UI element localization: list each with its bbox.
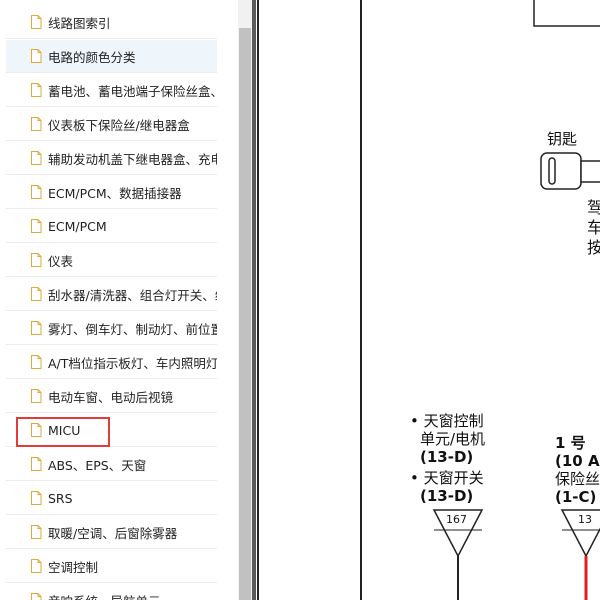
tree-item[interactable]: ABS、EPS、天窗 xyxy=(6,448,217,481)
tree-item-label: 取暖/空调、后窗除雾器 xyxy=(48,525,178,541)
fuse-line-4: (1-C) xyxy=(555,488,597,506)
sunroof-unit-line-2: 单元/电机 xyxy=(420,430,486,448)
tree-item-label: 仪表板下保险丝/继电器盒 xyxy=(48,117,190,133)
tree-item[interactable]: 仪表 xyxy=(6,244,217,277)
tree-item[interactable]: 音响系统、导航单元 xyxy=(6,584,217,600)
document-icon xyxy=(31,389,42,403)
tree-item[interactable]: 电路的颜色分类 xyxy=(6,40,217,73)
side-char-3: 按 xyxy=(587,238,600,257)
terminal-13-label: 13 xyxy=(578,513,592,526)
tree-item-label: 电路的颜色分类 xyxy=(48,49,136,65)
tree-item[interactable]: 取暖/空调、后窗除雾器 xyxy=(6,516,217,549)
tree-item-label: 线路图索引 xyxy=(48,15,111,31)
document-icon xyxy=(31,83,42,97)
tree-item[interactable]: MICU xyxy=(6,414,217,447)
scrollbar-thumb[interactable] xyxy=(239,28,251,600)
diagram-canvas xyxy=(257,0,600,600)
fuse-line-3: 保险丝 xyxy=(555,470,600,488)
tree-item[interactable]: ECM/PCM、数据插接器 xyxy=(6,176,217,209)
tree-item-label: 蓄电池、蓄电池端子保险丝盒、仪 xyxy=(48,83,217,99)
tree-item[interactable]: 刮水器/清洗器、组合灯开关、线路 xyxy=(6,278,217,311)
sunroof-switch-line: • 天窗开关 xyxy=(410,469,484,487)
document-tree: 线路图索引电路的颜色分类蓄电池、蓄电池端子保险丝盒、仪 仪表板下保险丝/继电器盒辅… xyxy=(0,0,238,600)
tree-item-label: 电动车窗、电动后视镜 xyxy=(48,389,174,405)
document-icon xyxy=(31,321,42,335)
tree-item-label: 空调控制 xyxy=(48,559,99,575)
tree-item-label: A/T档位指示板灯、车内照明灯、 xyxy=(48,355,217,371)
tree-item[interactable]: 辅助发动机盖下继电器盒、充电系 xyxy=(6,142,217,175)
key-label: 钥匙 xyxy=(547,130,578,148)
document-icon xyxy=(31,49,42,63)
terminal-167-label: 167 xyxy=(446,513,467,526)
tree-item-label: SRS xyxy=(48,490,73,506)
tree-item-label: 仪表 xyxy=(48,253,74,269)
tree-item-label: ECM/PCM、数据插接器 xyxy=(48,185,182,201)
document-icon xyxy=(31,219,42,233)
key-icon xyxy=(540,152,600,190)
fuse-line-2: (10 A) xyxy=(555,452,600,470)
tree-item[interactable]: ECM/PCM xyxy=(6,210,217,243)
sunroof-switch-ref: (13-D) xyxy=(420,487,474,505)
document-icon xyxy=(31,287,42,301)
tree-item-label: 辅助发动机盖下继电器盒、充电系 xyxy=(48,151,217,167)
document-icon xyxy=(31,185,42,199)
document-icon xyxy=(31,457,42,471)
document-icon xyxy=(31,253,42,267)
document-icon xyxy=(31,559,42,573)
tree-item[interactable]: SRS xyxy=(6,482,217,515)
tree-item-label: 刮水器/清洗器、组合灯开关、线路 xyxy=(48,287,217,303)
document-icon xyxy=(31,355,42,369)
tree-item-label: ABS、EPS、天窗 xyxy=(48,457,147,473)
tree-item[interactable]: 线路图索引 xyxy=(6,6,217,39)
side-char-1: 驾 xyxy=(587,198,600,217)
tree-item[interactable]: 蓄电池、蓄电池端子保险丝盒、仪 xyxy=(6,74,217,107)
tree-item-label: MICU xyxy=(48,422,81,438)
sunroof-unit-line-1: • 天窗控制 xyxy=(410,412,484,430)
side-char-2: 车 xyxy=(587,218,600,237)
tree-item[interactable]: 电动车窗、电动后视镜 xyxy=(6,380,217,413)
tree-item[interactable]: 雾灯、倒车灯、制动灯、前位置灯 xyxy=(6,312,217,345)
document-icon xyxy=(31,15,42,29)
tree-item[interactable]: 空调控制 xyxy=(6,550,217,583)
tree-item-label: 雾灯、倒车灯、制动灯、前位置灯 xyxy=(48,321,217,337)
document-icon xyxy=(31,151,42,165)
document-icon xyxy=(31,593,42,600)
wiring-diagram: 钥匙 驾 车 按 • 天窗控制 单元/电机 (13-D) • 天窗开关 (13-… xyxy=(256,0,600,600)
fuse-line-1: 1 号 xyxy=(555,434,586,452)
document-icon xyxy=(31,491,42,505)
document-icon xyxy=(31,117,42,131)
component-box xyxy=(533,0,600,27)
tree-item-label: ECM/PCM xyxy=(48,218,107,234)
sunroof-unit-ref: (13-D) xyxy=(420,448,474,466)
tree-item[interactable]: 仪表板下保险丝/继电器盒 xyxy=(6,108,217,141)
document-icon xyxy=(31,423,42,437)
tree-scrollbar[interactable] xyxy=(238,0,252,600)
tree-item-label: 音响系统、导航单元 xyxy=(48,591,161,600)
tree-item[interactable]: A/T档位指示板灯、车内照明灯、 xyxy=(6,346,217,379)
document-icon xyxy=(31,525,42,539)
